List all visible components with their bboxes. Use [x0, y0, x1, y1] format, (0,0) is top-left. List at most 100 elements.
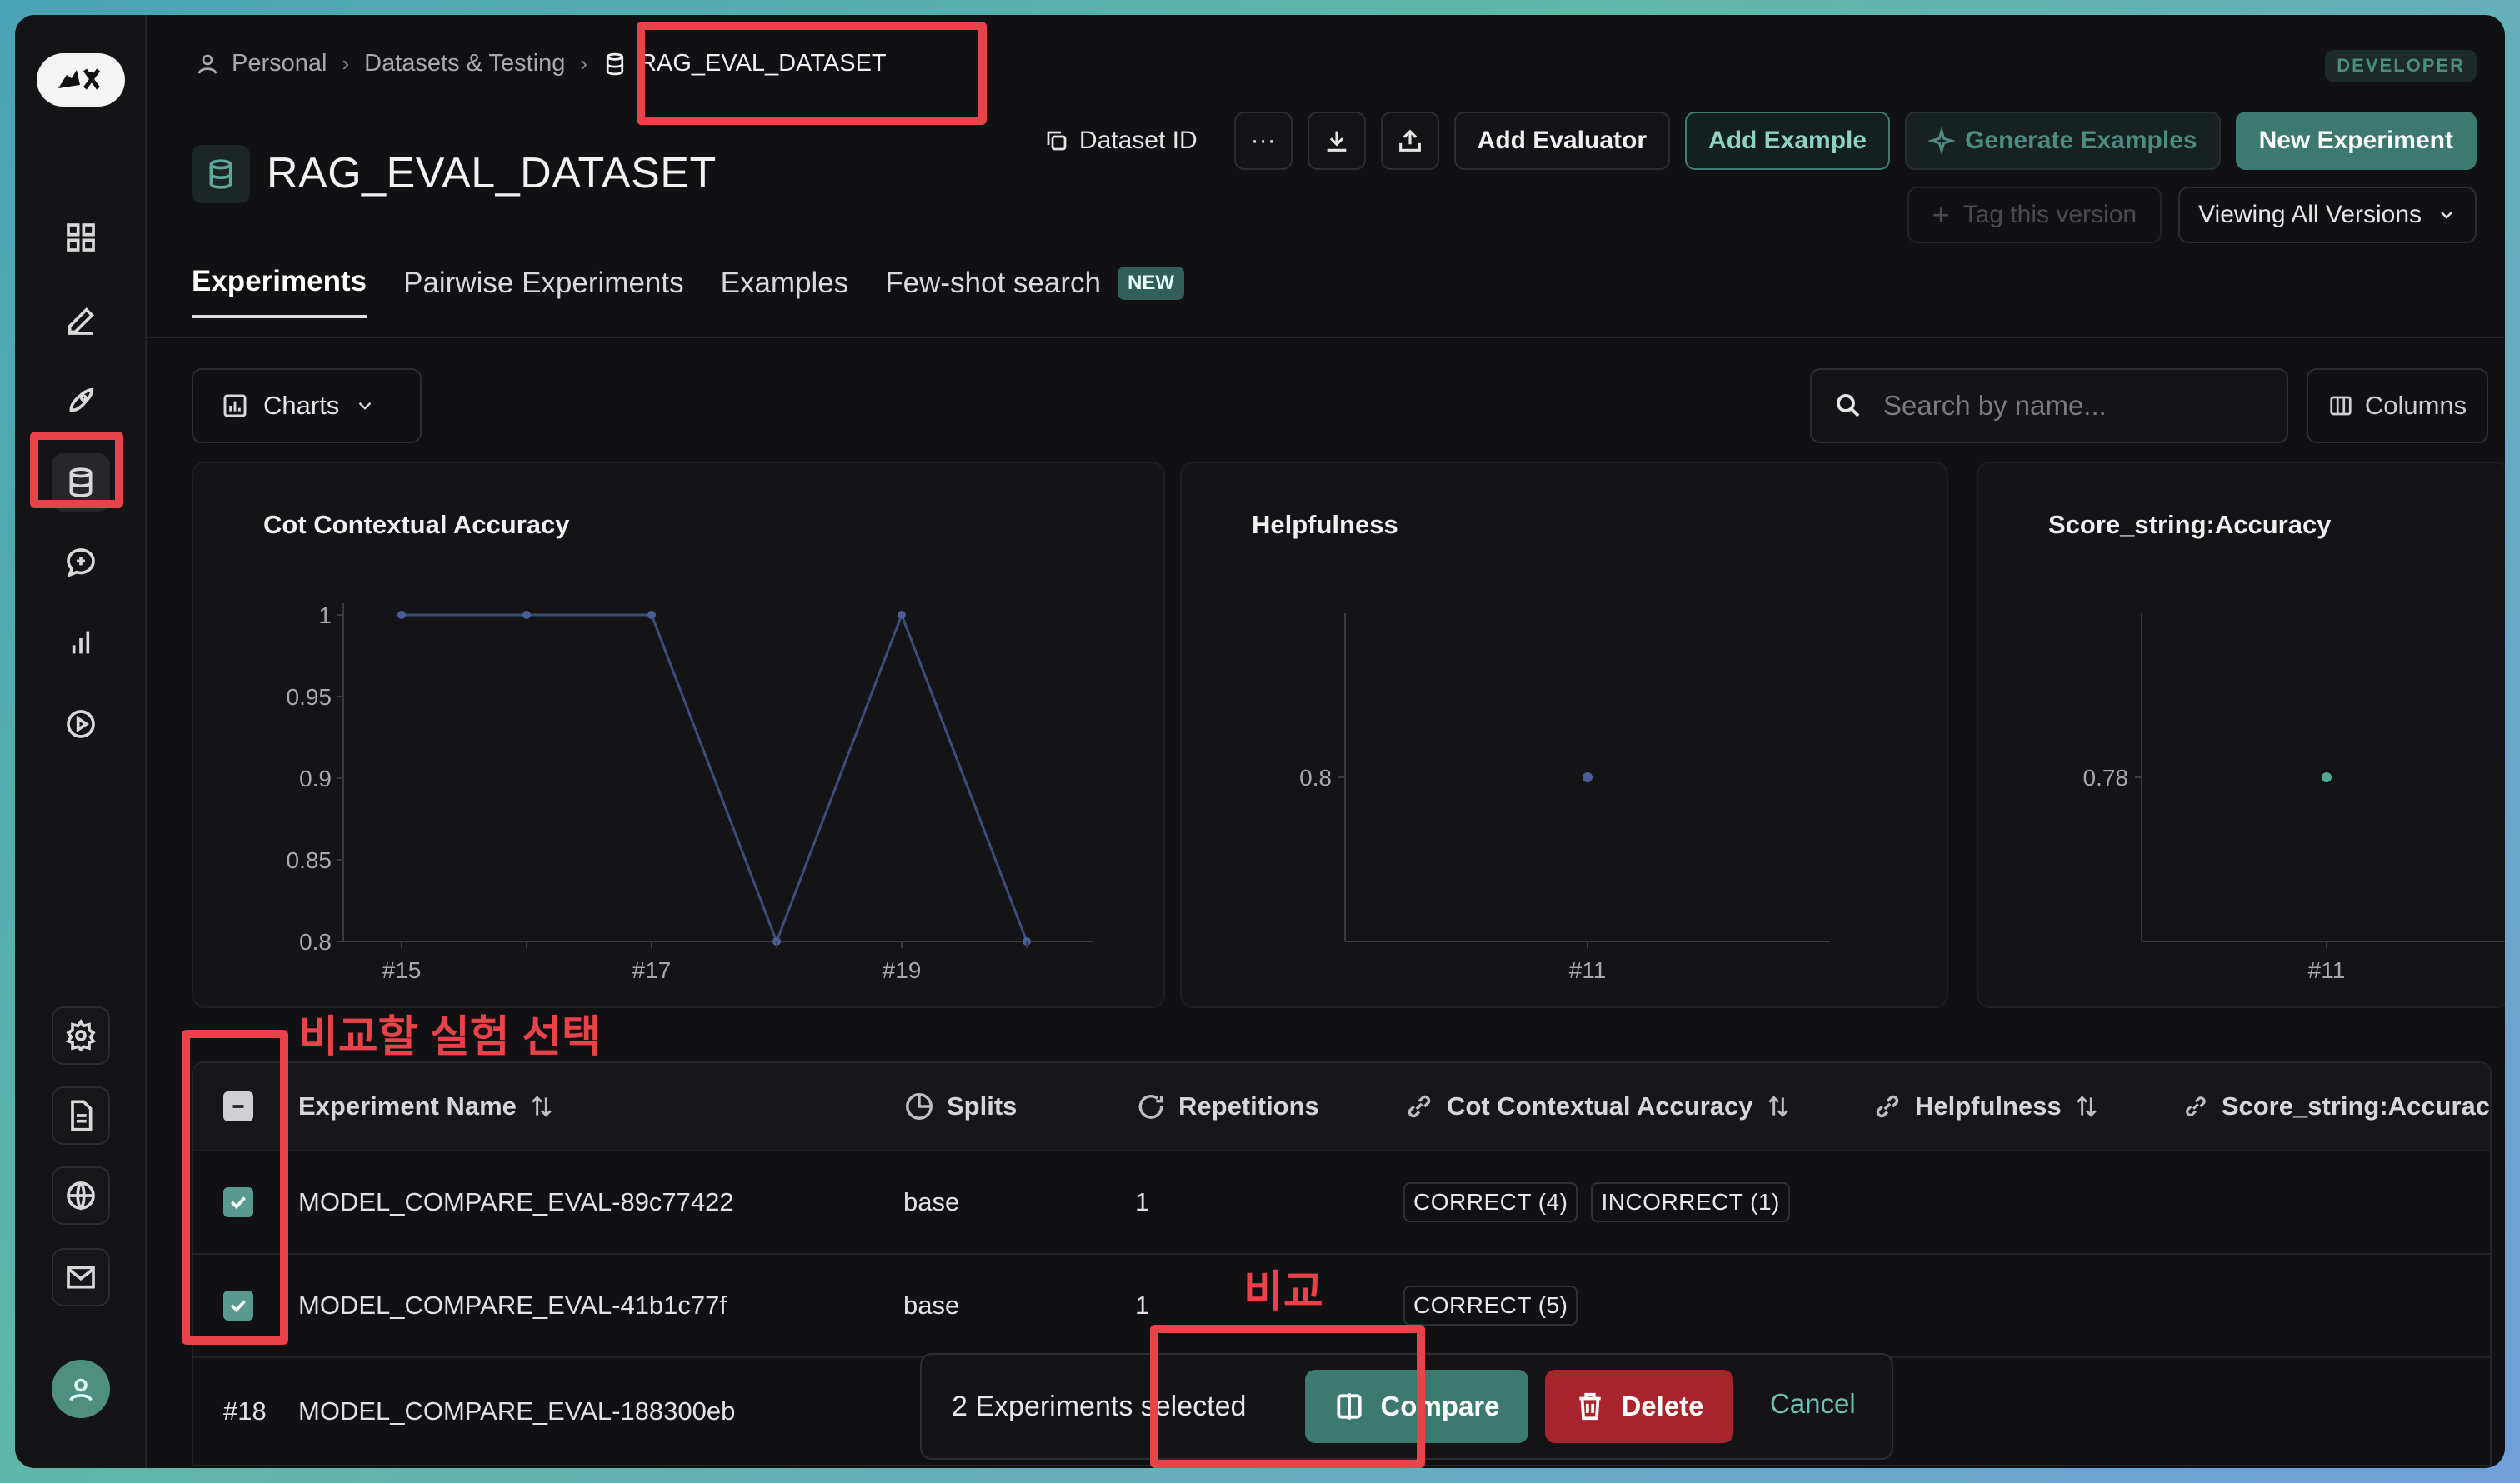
cancel-button[interactable]: Cancel: [1770, 1388, 1856, 1420]
compare-button[interactable]: Compare: [1305, 1370, 1528, 1443]
breadcrumb-personal[interactable]: Personal: [195, 50, 327, 77]
delete-button[interactable]: Delete: [1545, 1370, 1733, 1443]
scatter-chart: 0.8 #11: [1299, 613, 1830, 983]
download-icon: [1327, 131, 1346, 152]
split-value: base: [903, 1291, 960, 1320]
upload-icon: [1398, 129, 1421, 152]
link-icon: [2186, 1096, 2206, 1116]
download-button[interactable]: [1307, 112, 1366, 170]
experiment-name[interactable]: MODEL_COMPARE_EVAL-41b1c77f: [298, 1255, 727, 1356]
upload-button[interactable]: [1380, 112, 1439, 170]
database-icon: [192, 145, 250, 203]
charts-toggle-button[interactable]: Charts: [192, 368, 422, 443]
y-tick-label: 0.95: [287, 684, 332, 710]
version-select-label: Viewing All Versions: [2198, 201, 2422, 228]
selection-count: 2 Experiments selected: [952, 1390, 1247, 1422]
pen-icon[interactable]: [52, 292, 110, 350]
plus-icon: +: [1932, 197, 1950, 232]
breadcrumb-datasets[interactable]: Datasets & Testing: [364, 50, 565, 77]
data-point: [398, 611, 406, 619]
experiment-name[interactable]: MODEL_COMPARE_EVAL-188300eb: [298, 1358, 735, 1465]
add-example-button[interactable]: Add Example: [1685, 112, 1891, 170]
tab-experiments[interactable]: Experiments: [192, 265, 368, 318]
search-box: [1810, 368, 2288, 443]
sort-icon: [2077, 1096, 2097, 1117]
developer-badge: DEVELOPER: [2325, 50, 2477, 82]
table-row[interactable]: MODEL_COMPARE_EVAL-41b1c77f base 1 CORRE…: [192, 1255, 2492, 1358]
columns-icon: [2330, 396, 2352, 416]
scatter-chart: 0.78 #11: [2083, 613, 2505, 983]
y-tick-label: 0.85: [287, 847, 332, 873]
logo-icon: [58, 68, 101, 90]
x-tick-label: #11: [2308, 957, 2346, 983]
annotation-select-label: 비교할 실험 선택: [298, 1013, 602, 1061]
table-row[interactable]: MODEL_COMPARE_EVAL-89c77422 base 1 CORRE…: [192, 1151, 2492, 1255]
columns-button[interactable]: Columns: [2307, 368, 2488, 443]
col-label: Experiment Name: [298, 1091, 517, 1121]
generate-examples-button[interactable]: Generate Examples: [1905, 112, 2221, 170]
breadcrumb-datasets-label: Datasets & Testing: [364, 50, 566, 77]
chevron-right-icon: ›: [342, 51, 350, 76]
analytics-icon[interactable]: [52, 613, 110, 672]
check-icon: [231, 1196, 246, 1210]
new-experiment-button[interactable]: New Experiment: [2235, 112, 2477, 170]
x-tick-label: #17: [632, 957, 672, 983]
col-helpfulness[interactable]: Helpfulness: [1872, 1091, 2100, 1122]
row-checkbox[interactable]: [223, 1151, 253, 1253]
sparkle-icon: [1928, 127, 1956, 154]
version-select[interactable]: Viewing All Versions: [2178, 187, 2477, 243]
y-tick-label: 1: [318, 602, 332, 628]
col-cot-accuracy[interactable]: Cot Contextual Accuracy: [1403, 1091, 1792, 1122]
col-score-accuracy[interactable]: Score_string:Accurac: [2182, 1091, 2490, 1122]
x-tick-label: #15: [382, 957, 422, 983]
tabs-divider: [147, 337, 2505, 338]
chevron-down-icon: [358, 402, 372, 410]
tab-few-shot-search[interactable]: Few-shot search NEW: [885, 267, 1184, 317]
checkbox-checked: [223, 1291, 253, 1321]
col-repetitions[interactable]: Repetitions: [1135, 1091, 1319, 1122]
charts-label: Charts: [263, 391, 340, 420]
document-icon[interactable]: [52, 1086, 110, 1145]
more-button[interactable]: ···: [1233, 112, 1292, 170]
version-controls: + Tag this version Viewing All Versions: [1907, 187, 2477, 243]
chart-card-helpfulness: Helpfulness 0.8 #11: [1180, 462, 1948, 1008]
add-evaluator-button[interactable]: Add Evaluator: [1453, 112, 1671, 170]
rocket-icon[interactable]: [52, 372, 110, 430]
datasets-icon[interactable]: [52, 453, 110, 512]
copy-icon: [1047, 131, 1067, 151]
pie-icon: [906, 1093, 932, 1120]
dataset-id-button[interactable]: Dataset ID: [1044, 127, 1198, 155]
tab-pairwise-experiments[interactable]: Pairwise Experiments: [403, 267, 684, 317]
col-splits[interactable]: Splits: [903, 1091, 1017, 1122]
x-tick-label: #19: [882, 957, 922, 983]
app-logo[interactable]: [37, 53, 125, 107]
series-line: [402, 611, 1028, 946]
chat-plus-icon[interactable]: [52, 533, 110, 592]
data-point: [648, 611, 656, 619]
search-input[interactable]: [1883, 390, 2250, 422]
col-experiment-name[interactable]: Experiment Name: [298, 1091, 555, 1121]
trash-icon: [1579, 1392, 1602, 1421]
play-icon[interactable]: [52, 695, 110, 753]
row-checkbox[interactable]: [223, 1255, 253, 1356]
experiment-name[interactable]: MODEL_COMPARE_EVAL-89c77422: [298, 1151, 734, 1253]
feedback-pills: CORRECT (4) INCORRECT (1): [1403, 1151, 1803, 1253]
avatar[interactable]: [52, 1360, 110, 1418]
pill-incorrect: INCORRECT (1): [1591, 1182, 1790, 1222]
select-all-checkbox[interactable]: [223, 1091, 253, 1121]
settings-icon[interactable]: [52, 1006, 110, 1065]
tag-version-button[interactable]: + Tag this version: [1907, 187, 2162, 243]
mail-icon[interactable]: [52, 1248, 110, 1306]
y-tick-label: 0.78: [2083, 765, 2129, 791]
tab-bar: Experiments Pairwise Experiments Example…: [192, 265, 1184, 318]
breadcrumb-current: RAG_EVAL_DATASET: [602, 50, 887, 77]
tab-examples[interactable]: Examples: [721, 267, 849, 317]
user-icon: [198, 54, 218, 74]
columns-label: Columns: [2364, 391, 2468, 420]
dashboard-icon[interactable]: [52, 208, 110, 267]
user-icon: [69, 1378, 92, 1401]
database-icon: [606, 52, 624, 75]
globe-icon[interactable]: [52, 1166, 110, 1225]
chevron-right-icon: ›: [580, 51, 588, 76]
repetitions-value: 1: [1135, 1187, 1150, 1216]
